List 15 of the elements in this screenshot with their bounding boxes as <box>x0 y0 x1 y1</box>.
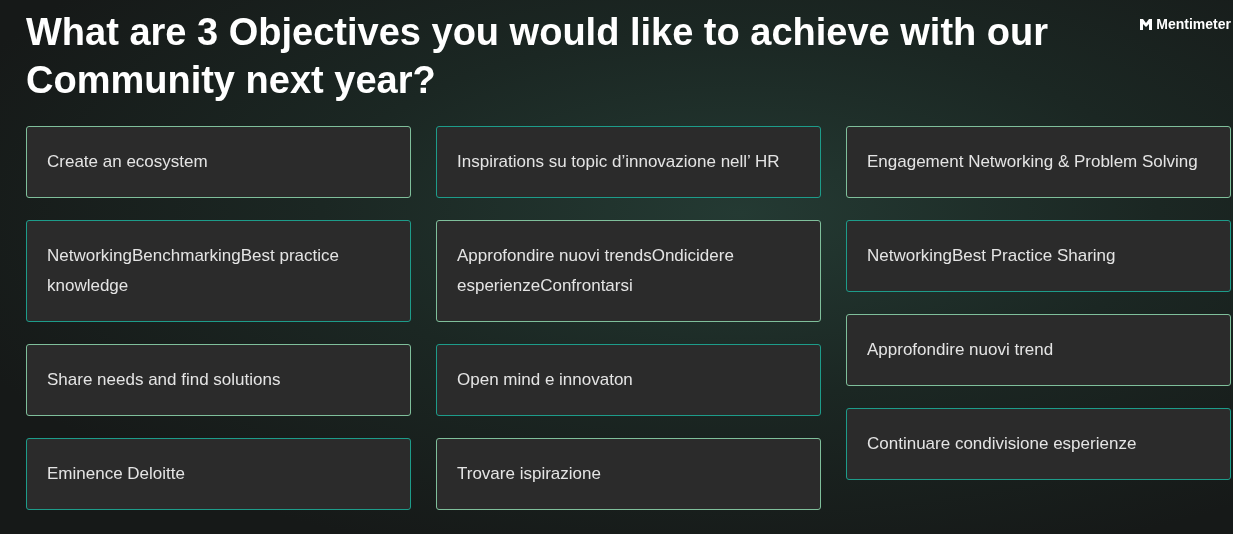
response-card: Trovare ispirazione <box>436 438 821 510</box>
question-title: What are 3 Objectives you would like to achieve with our Community next year? <box>26 10 1050 103</box>
response-card: Share needs and find solutions <box>26 344 411 416</box>
response-card: Create an ecosystem <box>26 126 411 198</box>
response-card: Inspirations su topic d’innovazione nell’ HR <box>436 126 821 198</box>
response-card: Engagement Networking & Problem Solving <box>846 126 1231 198</box>
response-card: Approfondire nuovi trendsOndicidere esperienzeConfrontarsi <box>436 220 821 322</box>
response-card: NetworkingBest Practice Sharing <box>846 220 1231 292</box>
response-card: Continuare condivisione esperienze <box>846 408 1231 480</box>
response-card: Open mind e innovaton <box>436 344 821 416</box>
response-card: Approfondire nuovi trend <box>846 314 1231 386</box>
response-card: NetworkingBenchmarkingBest practice knowledge <box>26 220 411 322</box>
logo-icon <box>1140 18 1153 30</box>
response-card: Eminence Deloitte <box>26 438 411 510</box>
brand-name: Mentimeter <box>1156 16 1231 32</box>
